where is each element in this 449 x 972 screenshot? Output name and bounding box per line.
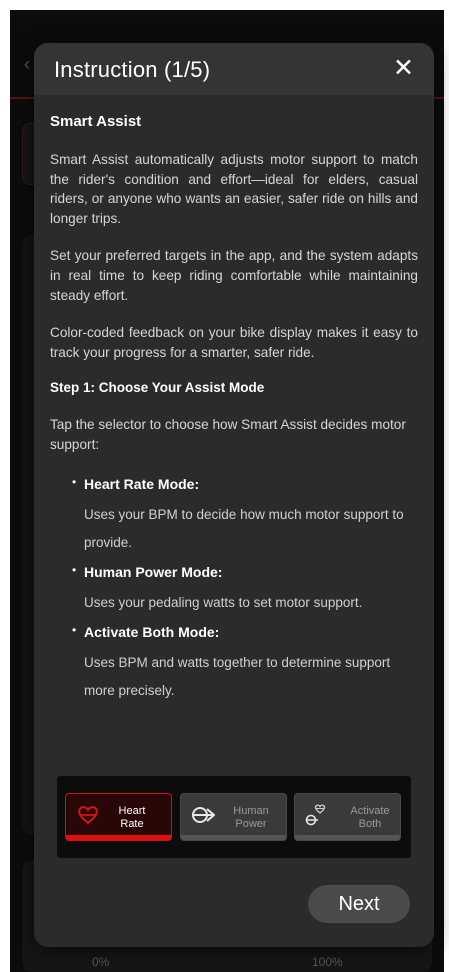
activate-both-label-line1: Activate [350, 805, 390, 817]
selected-indicator [66, 835, 171, 840]
list-item: Activate Both Mode: Uses BPM and watts t… [72, 621, 418, 705]
close-icon[interactable]: ✕ [393, 55, 414, 81]
progress-start-label: 0% [92, 955, 110, 969]
targets-paragraph: Set your preferred targets in the app, a… [50, 248, 418, 303]
chevron-left-icon: ‹ [24, 54, 30, 74]
section-title: Smart Assist [50, 113, 142, 130]
list-item: Human Power Mode: Uses your pedaling wat… [72, 561, 418, 617]
pedal-power-icon [192, 807, 215, 823]
heart-rate-mode-button[interactable]: Heart Rate [65, 793, 172, 841]
heart-rate-label-line2: Rate [120, 818, 144, 830]
mode-indicator [181, 835, 286, 840]
modal-body: Smart Assist Smart Assist automatically … [50, 113, 418, 709]
heart-and-power-icon [305, 804, 326, 826]
mode-description: Uses your BPM to decide how much motor s… [84, 506, 404, 550]
next-button[interactable]: Next [308, 885, 410, 923]
progress-end-label: 100% [312, 955, 343, 969]
heart-rate-label-line1: Heart [118, 805, 146, 817]
mode-list: Heart Rate Mode: Uses your BPM to decide… [50, 473, 418, 705]
human-power-mode-button[interactable]: Human Power [180, 793, 287, 841]
step-title: Step 1: Choose Your Assist Mode [50, 380, 265, 396]
mode-name: Human Power Mode: [84, 563, 223, 580]
activate-both-mode-button[interactable]: Activate Both [294, 793, 401, 841]
modal-title: Instruction (1/5) [54, 57, 211, 82]
instruction-modal: Instruction (1/5) ✕ Smart Assist Smart A… [34, 43, 434, 947]
feedback-paragraph: Color-coded feedback on your bike displa… [50, 325, 418, 360]
mode-name: Heart Rate Mode: [84, 475, 200, 492]
heart-icon [78, 806, 98, 825]
intro-paragraph: Smart Assist automatically adjusts motor… [50, 152, 418, 226]
mode-description: Uses your pedaling watts to set motor su… [84, 594, 363, 610]
list-item: Heart Rate Mode: Uses your BPM to decide… [72, 473, 418, 557]
mode-description: Uses BPM and watts together to determine… [84, 654, 391, 698]
human-power-label-line1: Human [233, 805, 269, 817]
step-intro: Tap the selector to choose how Smart Ass… [50, 417, 406, 452]
activate-both-label-line2: Both [358, 818, 382, 830]
mode-name: Activate Both Mode: [84, 623, 220, 640]
mode-indicator [295, 835, 400, 840]
human-power-label-line2: Power [235, 818, 267, 830]
modal-header: Instruction (1/5) ✕ [34, 43, 434, 95]
assist-mode-selector: Heart Rate Human Power Activate Both [57, 776, 411, 858]
